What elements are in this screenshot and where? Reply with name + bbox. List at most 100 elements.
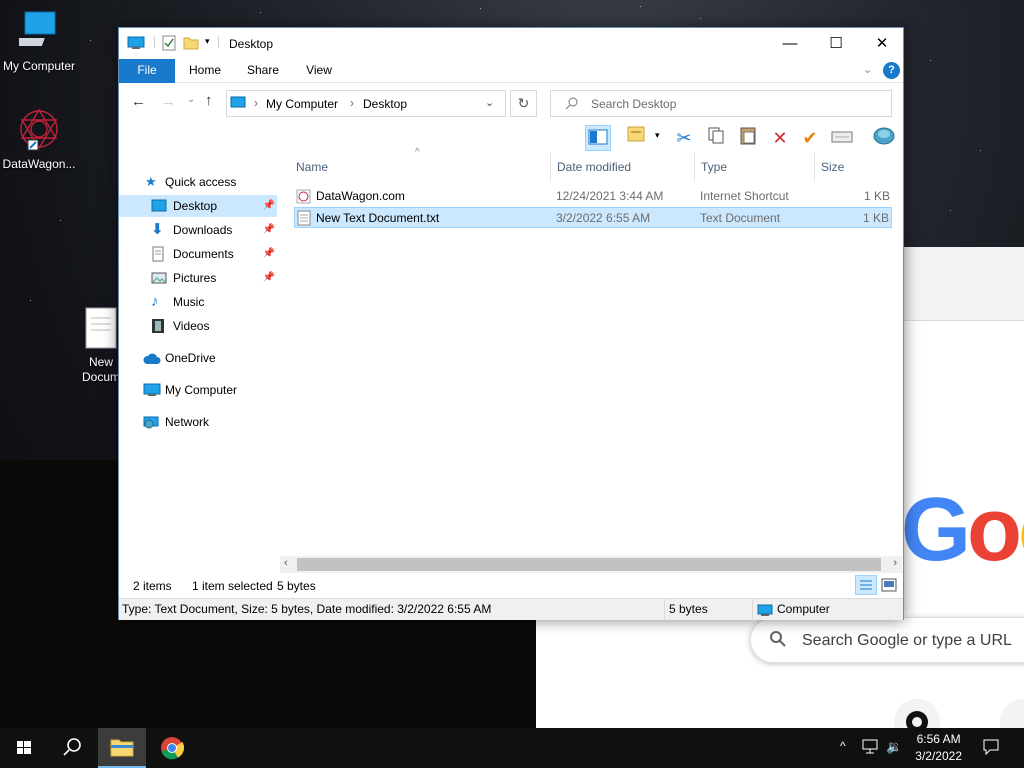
search-icon[interactable] (48, 728, 96, 768)
file-explorer-window[interactable]: | ▾ | Desktop — ☐ ✕ File Home Share View… (118, 27, 904, 621)
network-tray-icon[interactable] (862, 739, 880, 758)
maximize-button[interactable]: ☐ (813, 28, 859, 59)
window-title: Desktop (229, 37, 274, 51)
star-icon: ★ (145, 174, 157, 189)
file-row[interactable]: DataWagon.com 12/24/2021 3:44 AM Interne… (294, 186, 892, 207)
computer-icon (143, 382, 161, 398)
paste-icon[interactable] (735, 125, 761, 151)
tab-view[interactable]: View (295, 59, 343, 83)
horizontal-scrollbar[interactable]: ‹ › (280, 556, 902, 573)
cut-icon[interactable]: ✂ (671, 125, 697, 151)
system-clock[interactable]: 6:56 AM 3/2/2022 (915, 731, 962, 765)
desktop-icon-label: DataWagon... (2, 157, 76, 171)
column-header-type[interactable]: Type (695, 153, 815, 181)
column-header-date[interactable]: Date modified (551, 153, 695, 181)
nav-item-documents[interactable]: Documents 📌 (119, 243, 277, 265)
properties-note-icon[interactable] (623, 125, 649, 151)
nav-my-computer[interactable]: My Computer (119, 379, 277, 401)
taskbar: ^ 🔉 6:56 AM 3/2/2022 (0, 728, 1024, 768)
nav-onedrive[interactable]: OneDrive (119, 347, 277, 369)
text-file-icon (297, 210, 311, 233)
scroll-left-arrow-icon[interactable]: ‹ (284, 557, 288, 569)
start-button[interactable] (0, 728, 48, 768)
nav-quick-access[interactable]: ★ Quick access (119, 171, 277, 193)
breadcrumb-desktop[interactable]: Desktop (363, 97, 407, 111)
pin-icon[interactable]: 📌 (263, 243, 275, 265)
scroll-right-arrow-icon[interactable]: › (893, 557, 897, 569)
tab-home[interactable]: Home (181, 59, 229, 83)
address-dropdown-chevron-icon[interactable]: ⌄ (485, 96, 494, 109)
details-view-icon[interactable] (855, 575, 877, 595)
network-icon (143, 414, 159, 430)
clock-time: 6:56 AM (916, 732, 961, 746)
nav-item-desktop[interactable]: Desktop 📌 (119, 195, 277, 217)
nav-network[interactable]: Network (119, 411, 277, 433)
pictures-icon (151, 270, 167, 286)
tab-file[interactable]: File (119, 59, 175, 83)
file-row[interactable]: New Text Document.txt 3/2/2022 6:55 AM T… (294, 207, 892, 228)
breadcrumb-my-computer[interactable]: My Computer (266, 97, 338, 111)
google-search-box[interactable]: Search Google or type a URL (750, 617, 1024, 663)
status-row: 2 items 1 item selected 5 bytes (119, 573, 903, 597)
copy-icon[interactable] (703, 125, 729, 151)
details-location: Computer (752, 599, 902, 621)
column-header-name[interactable]: Name (290, 153, 551, 181)
back-arrow-icon[interactable]: ← (131, 93, 146, 110)
ribbon-expand-chevron-icon[interactable]: ⌄ (863, 63, 872, 76)
details-info: Type: Text Document, Size: 5 bytes, Date… (122, 602, 492, 616)
refresh-button[interactable]: ↻ (510, 90, 537, 117)
qat-dropdown-icon[interactable]: ▾ (205, 36, 210, 47)
delete-icon[interactable]: ✕ (767, 125, 793, 151)
large-icons-view-icon[interactable] (881, 578, 897, 595)
desktop-icon-datawagon[interactable]: DataWagon... (0, 106, 78, 171)
select-icon[interactable] (829, 125, 855, 151)
navigation-pane: ★ Quick access Desktop 📌 ⬇ Downloads 📌 D… (119, 153, 289, 573)
pin-icon[interactable]: 📌 (263, 219, 275, 241)
scrollbar-thumb[interactable] (297, 558, 881, 571)
nav-item-music[interactable]: ♪ Music (119, 291, 277, 313)
properties-icon[interactable] (161, 35, 177, 54)
pin-icon[interactable]: 📌 (263, 195, 275, 217)
documents-icon (151, 246, 167, 262)
recent-locations-chevron-icon[interactable]: ⌄ (187, 94, 195, 105)
taskbar-file-explorer[interactable] (98, 728, 146, 768)
desktop-folder-icon (151, 198, 167, 214)
desktop-icon-label: My Computer (2, 59, 76, 73)
address-bar[interactable]: › My Computer › Desktop ⌄ (226, 90, 506, 117)
details-status-bar: Type: Text Document, Size: 5 bytes, Date… (119, 598, 903, 621)
close-button[interactable]: ✕ (859, 28, 905, 59)
web-globe-icon[interactable] (871, 125, 897, 151)
preview-pane-icon[interactable] (585, 125, 611, 151)
nav-item-videos[interactable]: Videos (119, 315, 277, 337)
title-bar[interactable]: | ▾ | Desktop — ☐ ✕ (119, 28, 903, 59)
new-folder-icon[interactable] (183, 35, 199, 54)
action-center-icon[interactable] (982, 738, 1000, 759)
minimize-button[interactable]: — (767, 28, 813, 59)
help-icon[interactable]: ? (883, 62, 900, 79)
nav-item-pictures[interactable]: Pictures 📌 (119, 267, 277, 289)
desktop-icon-my-computer[interactable]: My Computer (0, 10, 78, 73)
search-field[interactable]: Search Desktop (550, 90, 892, 117)
tab-share[interactable]: Share (239, 59, 287, 83)
search-placeholder: Search Google or type a URL (802, 632, 1012, 649)
taskbar-chrome[interactable] (148, 728, 196, 768)
file-date: 12/24/2021 3:44 AM (556, 189, 664, 203)
forward-arrow-icon[interactable]: → (161, 93, 176, 110)
navigation-bar: ← → ⌄ ↑ › My Computer › Desktop ⌄ ↻ Sear… (119, 83, 903, 123)
show-hidden-icons-chevron-icon[interactable]: ^ (840, 739, 846, 753)
item-count: 2 items (133, 579, 172, 593)
selection-count: 1 item selected (192, 579, 273, 593)
selection-size: 5 bytes (277, 579, 316, 593)
search-placeholder: Search Desktop (591, 97, 677, 111)
nav-item-downloads[interactable]: ⬇ Downloads 📌 (119, 219, 277, 241)
file-type: Internet Shortcut (700, 189, 789, 203)
file-size: 1 KB (863, 189, 890, 203)
rename-check-icon[interactable]: ✔ (797, 125, 823, 151)
up-arrow-icon[interactable]: ↑ (205, 92, 213, 109)
pin-icon[interactable]: 📌 (263, 267, 275, 289)
command-toolbar: ▾ ✂ ✕ ✔ (119, 123, 903, 153)
volume-icon[interactable]: 🔉 (886, 739, 902, 755)
file-name: New Text Document.txt (316, 211, 440, 225)
toolbar-dropdown-icon[interactable]: ▾ (655, 130, 660, 141)
column-header-size[interactable]: Size (815, 153, 890, 181)
